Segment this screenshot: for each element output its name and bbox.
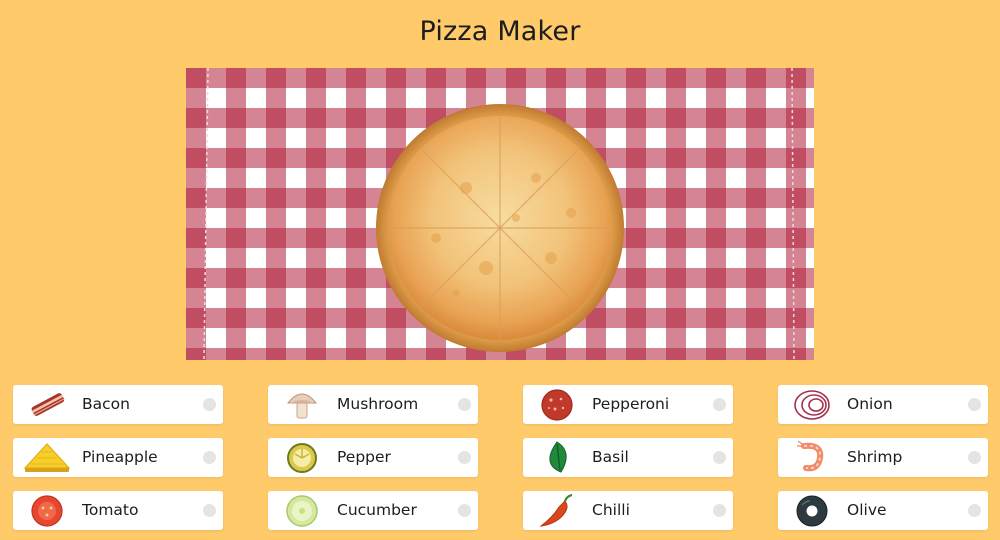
topping-toggle[interactable] xyxy=(968,398,981,411)
topping-toggle[interactable] xyxy=(713,398,726,411)
tomato-icon xyxy=(23,493,71,528)
topping-option-shrimp[interactable]: Shrimp xyxy=(778,438,988,477)
topping-toggle[interactable] xyxy=(713,451,726,464)
topping-option-mushroom[interactable]: Mushroom xyxy=(268,385,478,424)
topping-option-pineapple[interactable]: Pineapple xyxy=(13,438,223,477)
topping-toggle[interactable] xyxy=(203,451,216,464)
topping-option-bacon[interactable]: Bacon xyxy=(13,385,223,424)
topping-label: Bacon xyxy=(82,395,130,413)
topping-label: Mushroom xyxy=(337,395,419,413)
mushroom-icon xyxy=(278,387,326,422)
topping-toggle[interactable] xyxy=(458,451,471,464)
topping-label: Shrimp xyxy=(847,448,903,466)
topping-option-basil[interactable]: Basil xyxy=(523,438,733,477)
cucumber-icon xyxy=(278,493,326,528)
topping-label: Basil xyxy=(592,448,629,466)
topping-label: Tomato xyxy=(82,501,139,519)
topping-label: Olive xyxy=(847,501,887,519)
topping-toggle[interactable] xyxy=(203,504,216,517)
basil-icon xyxy=(533,440,581,475)
olive-icon xyxy=(788,493,836,528)
topping-label: Pepperoni xyxy=(592,395,670,413)
topping-label: Cucumber xyxy=(337,501,417,519)
topping-option-chilli[interactable]: Chilli xyxy=(523,491,733,530)
topping-option-pepperoni[interactable]: Pepperoni xyxy=(523,385,733,424)
onion-icon xyxy=(788,387,836,422)
topping-label: Onion xyxy=(847,395,893,413)
topping-option-cucumber[interactable]: Cucumber xyxy=(268,491,478,530)
bacon-icon xyxy=(23,387,71,422)
topping-toggle[interactable] xyxy=(968,504,981,517)
shrimp-icon xyxy=(788,440,836,475)
topping-option-onion[interactable]: Onion xyxy=(778,385,988,424)
topping-option-pepper[interactable]: Pepper xyxy=(268,438,478,477)
topping-label: Pepper xyxy=(337,448,391,466)
topping-toggle[interactable] xyxy=(968,451,981,464)
toppings-grid: Bacon Mushroom Pepperoni Onion Pineapple Pepp… xyxy=(0,0,1000,540)
topping-label: Pineapple xyxy=(82,448,158,466)
topping-option-tomato[interactable]: Tomato xyxy=(13,491,223,530)
pineapple-icon xyxy=(23,440,71,475)
topping-toggle[interactable] xyxy=(458,398,471,411)
topping-label: Chilli xyxy=(592,501,630,519)
pepper-icon xyxy=(278,440,326,475)
pepperoni-icon xyxy=(533,387,581,422)
topping-toggle[interactable] xyxy=(713,504,726,517)
topping-toggle[interactable] xyxy=(458,504,471,517)
chilli-icon xyxy=(533,493,581,528)
topping-toggle[interactable] xyxy=(203,398,216,411)
topping-option-olive[interactable]: Olive xyxy=(778,491,988,530)
